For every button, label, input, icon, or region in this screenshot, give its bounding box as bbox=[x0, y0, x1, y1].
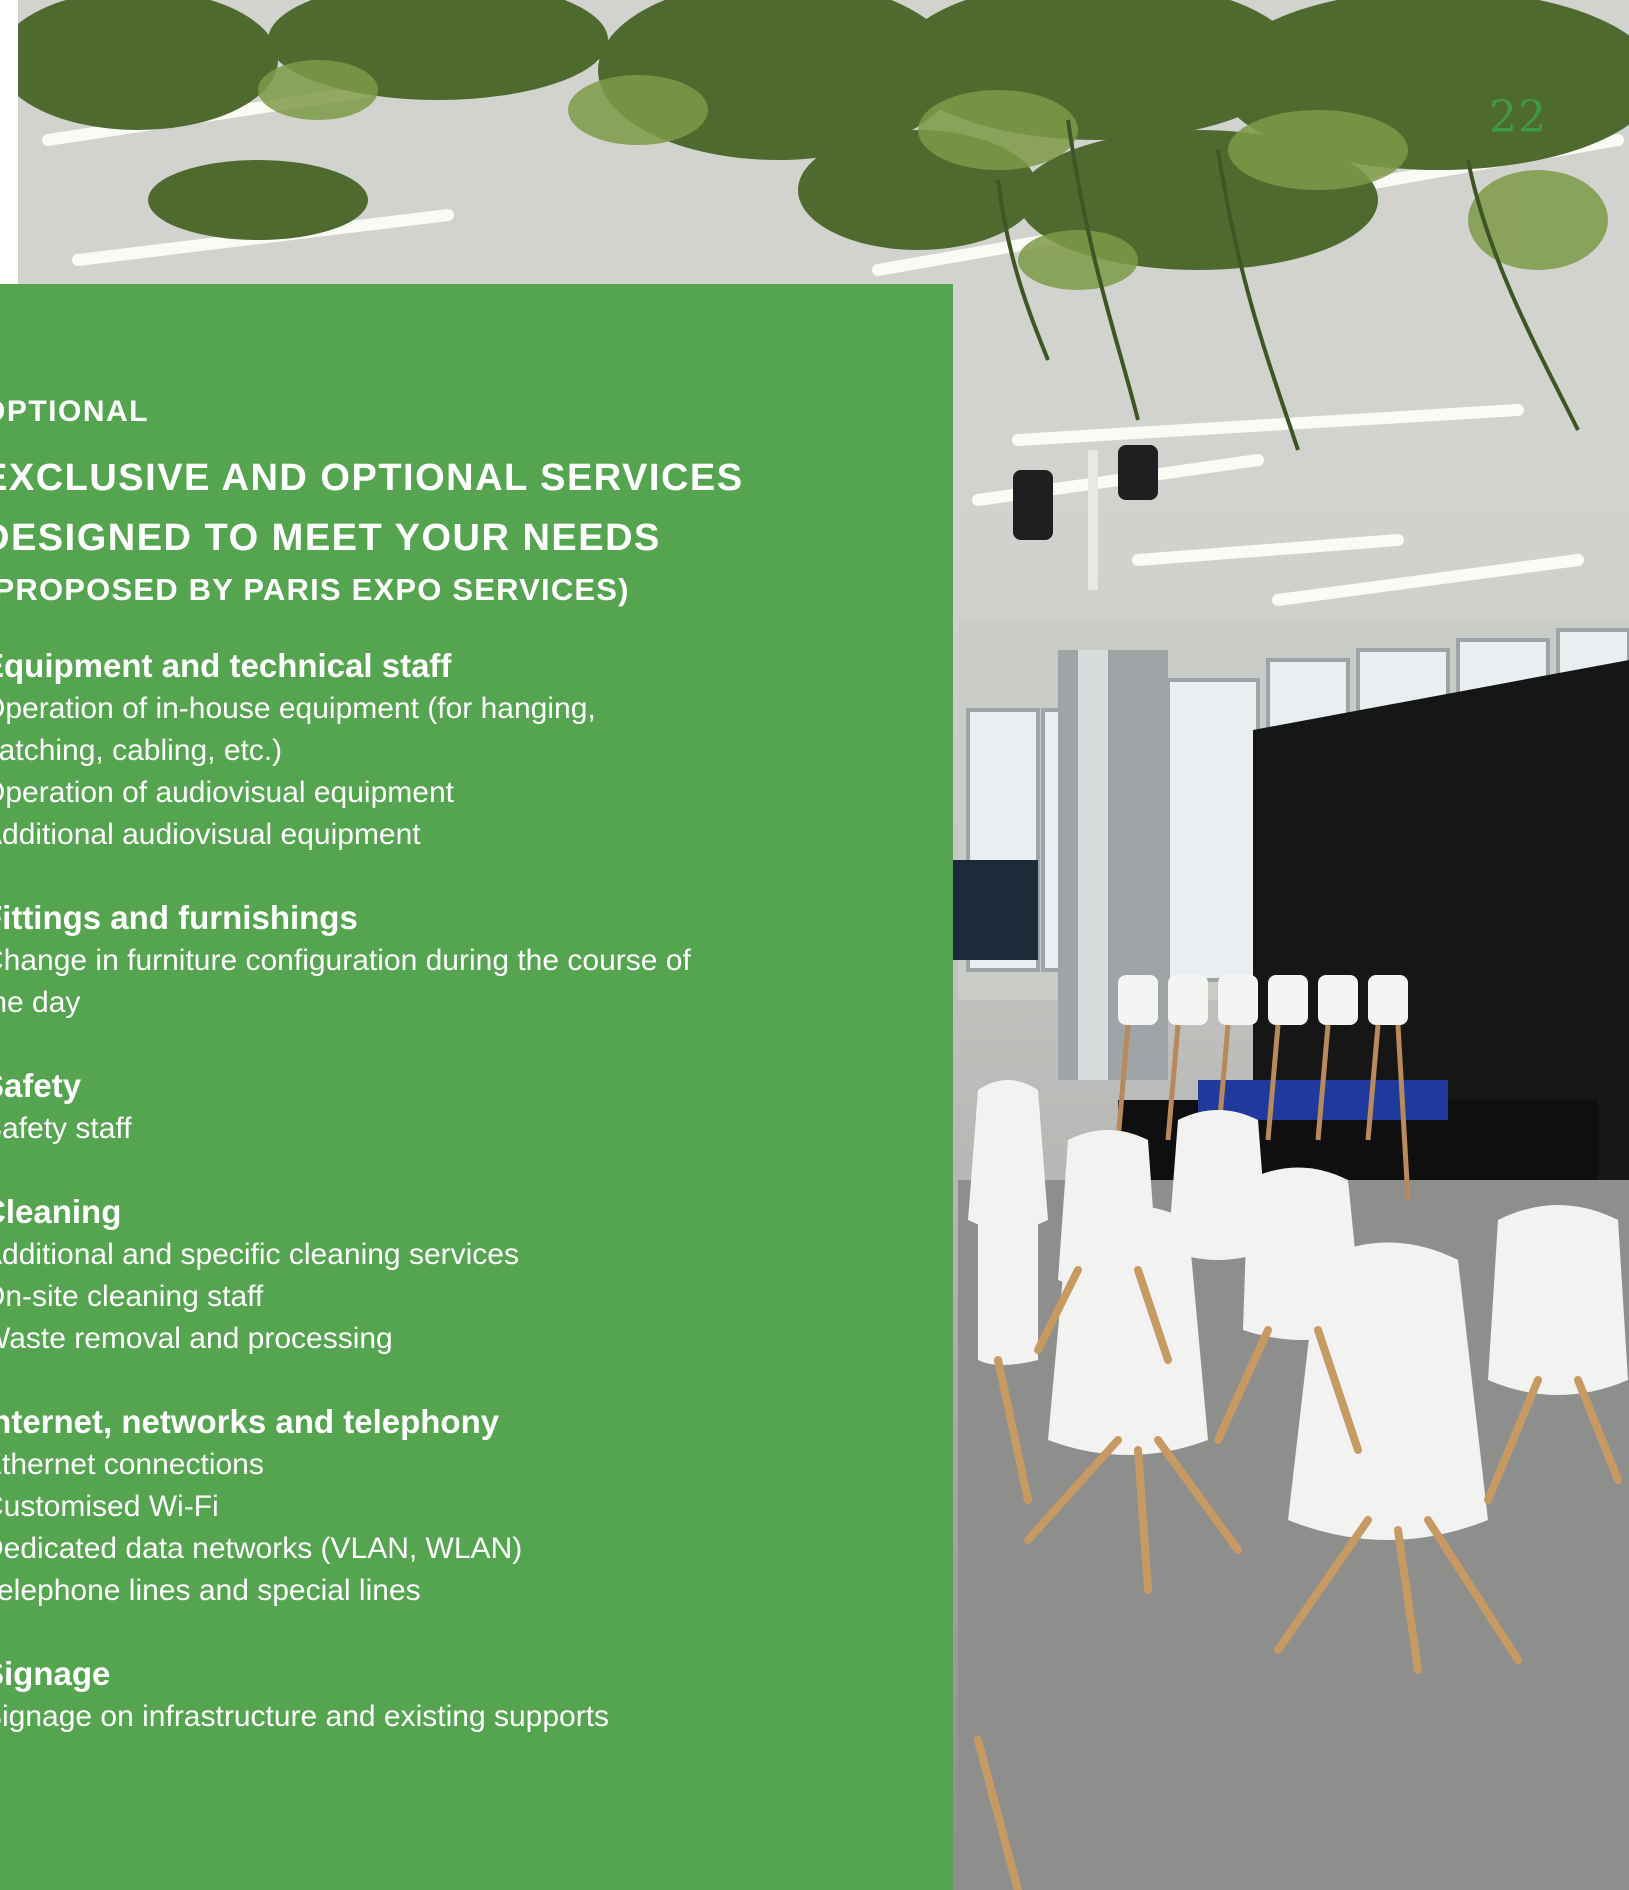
service-sections: Equipment and technical staff Operation o… bbox=[0, 644, 942, 1738]
service-section: Safety Safety staff bbox=[0, 1064, 942, 1150]
title-line-2: DESIGNED TO MEET YOUR NEEDS bbox=[0, 517, 661, 559]
service-section: Internet, networks and telephony Ethernet… bbox=[0, 1400, 942, 1612]
section-item-list: Operation of in-house equipment (for han… bbox=[0, 688, 942, 856]
section-item-list: Safety staff bbox=[0, 1108, 942, 1150]
service-section: Signage Signage on infrastructure and exi… bbox=[0, 1652, 942, 1738]
section-heading: Equipment and technical staff bbox=[0, 647, 452, 684]
page-title: EXCLUSIVE AND OPTIONAL SERVICES DESIGNED… bbox=[0, 448, 942, 568]
service-section: Cleaning Additional and specific cleaning… bbox=[0, 1190, 942, 1360]
section-item-list: Signage on infrastructure and existing s… bbox=[0, 1696, 942, 1738]
list-item: Safety staff bbox=[0, 1112, 132, 1145]
title-line-1: EXCLUSIVE AND OPTIONAL SERVICES bbox=[0, 457, 744, 499]
list-item: Telephone lines and special lines bbox=[0, 1574, 421, 1607]
services-content: OPTIONAL EXCLUSIVE AND OPTIONAL SERVICES… bbox=[0, 392, 942, 1778]
list-item: Dedicated data networks (VLAN, WLAN) bbox=[0, 1532, 523, 1565]
service-section: Equipment and technical staff Operation o… bbox=[0, 644, 942, 856]
list-item: Ethernet connections bbox=[0, 1448, 264, 1481]
list-item: On-site cleaning staff bbox=[0, 1280, 264, 1313]
page-subtitle: (PROPOSED BY PARIS EXPO SERVICES) bbox=[0, 572, 630, 607]
list-item: Waste removal and processing bbox=[0, 1322, 393, 1355]
section-kicker: OPTIONAL bbox=[0, 395, 149, 428]
list-item: Change in furniture configuration during… bbox=[0, 944, 691, 977]
list-item: Customised Wi-Fi bbox=[0, 1490, 219, 1523]
section-heading: Fittings and furnishings bbox=[0, 899, 358, 936]
section-heading: Signage bbox=[0, 1655, 111, 1692]
page-number: 22 bbox=[1489, 92, 1547, 143]
section-item-list: Additional and specific cleaning service… bbox=[0, 1234, 942, 1360]
section-heading: Cleaning bbox=[0, 1193, 122, 1230]
list-item: Additional and specific cleaning service… bbox=[0, 1238, 519, 1271]
list-item: Operation of audiovisual equipment bbox=[0, 776, 454, 809]
list-item: Signage on infrastructure and existing s… bbox=[0, 1700, 610, 1733]
list-item: the day bbox=[0, 986, 81, 1019]
services-panel: OPTIONAL EXCLUSIVE AND OPTIONAL SERVICES… bbox=[0, 284, 953, 1890]
list-item: Additional audiovisual equipment bbox=[0, 818, 421, 851]
list-item: Operation of in-house equipment (for han… bbox=[0, 692, 596, 725]
section-item-list: Change in furniture configuration during… bbox=[0, 940, 942, 1024]
section-heading: Safety bbox=[0, 1067, 82, 1104]
service-section: Fittings and furnishings Change in furnit… bbox=[0, 896, 942, 1024]
list-item: patching, cabling, etc.) bbox=[0, 734, 283, 767]
section-item-list: Ethernet connections Customised Wi-Fi Dedi… bbox=[0, 1444, 942, 1612]
section-heading: Internet, networks and telephony bbox=[0, 1403, 500, 1440]
